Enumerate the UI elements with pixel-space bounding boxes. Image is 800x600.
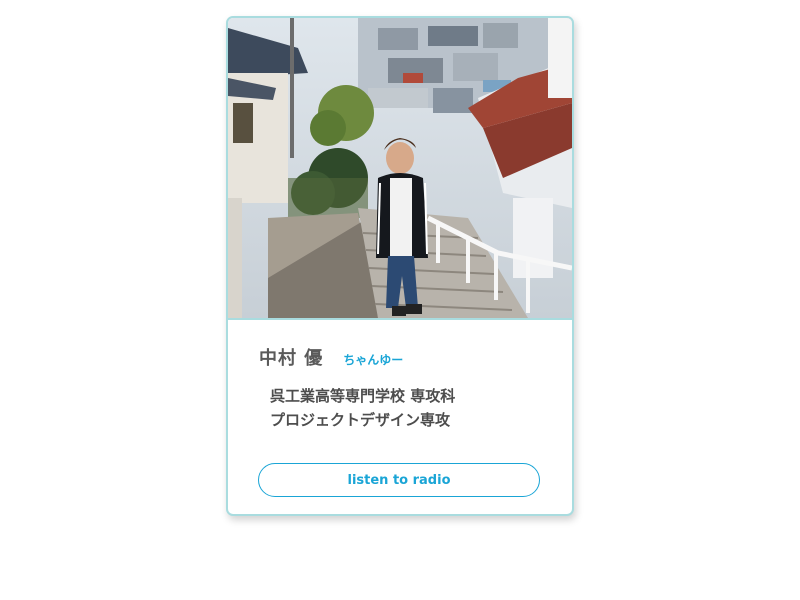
profile-photo (228, 18, 572, 320)
name-row: 中村 優 ちゃんゆー (259, 344, 403, 370)
profile-nickname: ちゃんゆー (343, 353, 404, 367)
listen-to-radio-button[interactable]: listen to radio (258, 463, 540, 497)
profile-card: 中村 優 ちゃんゆー 呉工業高等専門学校 専攻科 プロジェクトデザイン専攻 li… (226, 16, 574, 516)
affiliation-course: プロジェクトデザイン専攻 (270, 411, 451, 429)
affiliation-school: 呉工業高等専門学校 専攻科 (270, 387, 456, 405)
profile-name: 中村 優 (259, 348, 324, 369)
affiliation: 呉工業高等専門学校 専攻科 プロジェクトデザイン専攻 (270, 384, 455, 432)
